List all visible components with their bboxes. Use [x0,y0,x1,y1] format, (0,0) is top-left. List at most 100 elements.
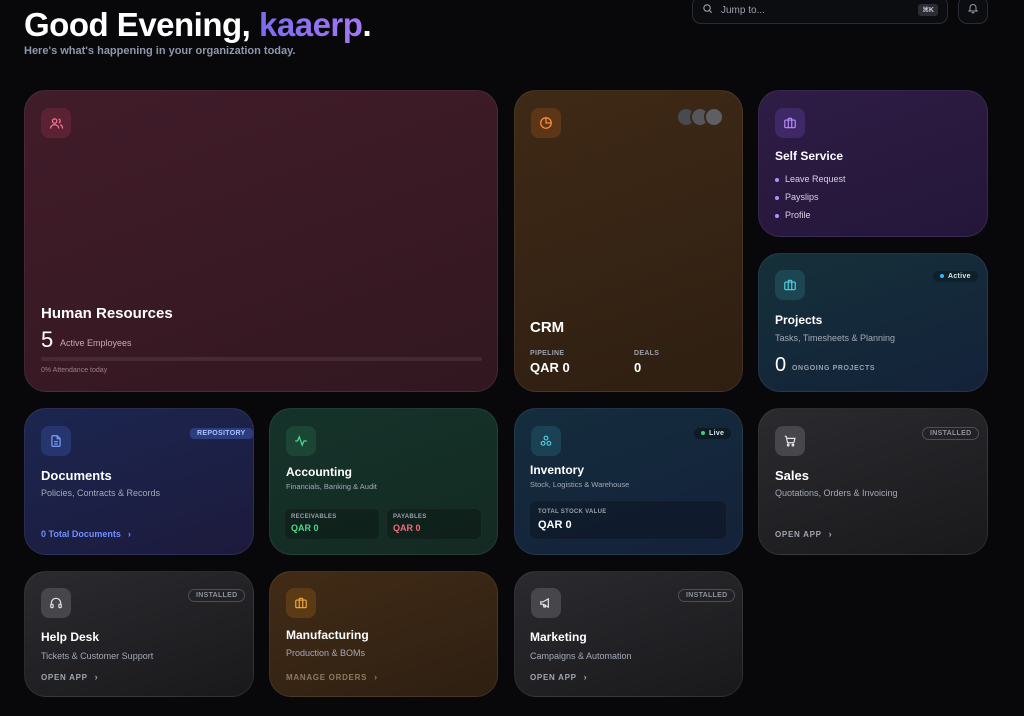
self-service-card[interactable]: Self Service Leave Request Payslips Prof… [758,90,988,237]
self-service-item[interactable]: Payslips [775,192,819,202]
avatar [704,107,724,127]
manufacturing-subtitle: Production & BOMs [286,648,366,658]
briefcase-icon [775,108,805,138]
self-service-item-label: Profile [785,210,811,220]
chevron-right-icon: › [828,529,833,539]
open-app-link[interactable]: OPEN APP › [41,672,98,682]
cart-icon [775,426,805,456]
crm-avatar-stack [676,107,728,127]
notifications-button[interactable] [958,0,988,24]
documents-card[interactable]: REPOSITORY Documents Policies, Contracts… [24,408,254,555]
stock-value-panel: TOTAL STOCK VALUE QAR 0 [529,500,727,540]
helpdesk-subtitle: Tickets & Customer Support [41,651,154,661]
stock-value: QAR 0 [538,519,572,531]
manage-orders-link[interactable]: MANAGE ORDERS › [286,672,378,682]
greeting-prefix: Good Evening, [24,6,260,43]
status-dot-icon [940,274,944,279]
attendance-progress-track [41,357,482,361]
search-icon [702,1,713,19]
search-placeholder: Jump to... [721,4,765,16]
payables-label: PAYABLES [393,514,427,520]
manufacturing-title: Manufacturing [286,628,369,642]
bell-icon [967,1,979,19]
projects-count-label: ONGOING PROJECTS [792,365,876,372]
inventory-card[interactable]: Live Inventory Stock, Logistics & Wareho… [514,408,743,555]
search-bar[interactable]: Jump to... ⌘K [692,0,948,24]
sales-card[interactable]: INSTALLED Sales Quotations, Orders & Inv… [758,408,988,555]
repository-badge: REPOSITORY [190,428,253,439]
search-shortcut: ⌘K [918,4,938,16]
receivables-label: RECEIVABLES [291,514,337,520]
payables-value: QAR 0 [393,523,421,533]
briefcase-icon [775,270,805,300]
hr-attendance-text: 0% Attendance today [41,367,108,374]
documents-subtitle: Policies, Contracts & Records [41,488,161,498]
self-service-item[interactable]: Profile [775,210,811,220]
sales-title: Sales [775,468,809,483]
stock-value-label: TOTAL STOCK VALUE [538,509,607,515]
greeting-suffix: . [362,6,372,43]
users-icon [41,108,71,138]
chevron-right-icon: › [583,672,588,682]
sales-subtitle: Quotations, Orders & Invoicing [775,488,898,498]
payables-panel: PAYABLES QAR 0 [386,508,482,540]
user-name: kaaerp [259,6,363,43]
crm-pipeline-label: PIPELINE [530,350,565,357]
hr-title: Human Resources [41,305,173,322]
status-badge: Active [933,271,978,282]
headphones-icon [41,588,71,618]
crm-deals-value: 0 [634,360,642,375]
crm-title: CRM [530,319,565,336]
helpdesk-title: Help Desk [41,630,100,644]
pie-chart-icon [531,108,561,138]
helpdesk-card[interactable]: INSTALLED Help Desk Tickets & Customer S… [24,571,254,697]
receivables-value: QAR 0 [291,523,319,533]
marketing-title: Marketing [530,630,587,644]
inventory-subtitle: Stock, Logistics & Warehouse [530,480,630,489]
receivables-panel: RECEIVABLES QAR 0 [284,508,380,540]
crm-card[interactable]: CRM PIPELINE QAR 0 DEALS 0 [514,90,743,392]
inventory-title: Inventory [530,463,585,477]
self-service-title: Self Service [775,149,844,163]
file-text-icon [41,426,71,456]
bullet-dot-icon [775,177,779,182]
open-app-link[interactable]: OPEN APP › [775,529,832,539]
live-dot-icon [701,431,705,436]
accounting-card[interactable]: Accounting Financials, Banking & Audit R… [269,408,498,555]
bullet-dot-icon [775,195,779,200]
boxes-icon [531,426,561,456]
projects-count: 0 [775,354,787,376]
megaphone-icon [531,588,561,618]
chevron-right-icon: › [94,672,99,682]
documents-title: Documents [41,468,112,483]
self-service-item[interactable]: Leave Request [775,174,846,184]
self-service-item-label: Payslips [785,192,819,202]
chevron-right-icon: › [374,672,378,682]
hr-employee-count: 5 [41,327,54,352]
page-title: Good Evening, kaaerp. [24,6,372,44]
installed-badge: INSTALLED [678,589,736,602]
activity-icon [286,426,316,456]
projects-subtitle: Tasks, Timesheets & Planning [775,333,896,343]
projects-card[interactable]: Active Projects Tasks, Timesheets & Plan… [758,253,988,392]
marketing-subtitle: Campaigns & Automation [530,651,632,661]
documents-link[interactable]: 0 Total Documents › [41,529,131,539]
installed-badge: INSTALLED [922,427,980,440]
projects-title: Projects [775,313,823,327]
installed-badge: INSTALLED [188,589,246,602]
marketing-card[interactable]: INSTALLED Marketing Campaigns & Automati… [514,571,743,697]
open-app-link[interactable]: OPEN APP › [530,672,587,682]
briefcase-icon [286,588,316,618]
live-badge: Live [694,428,732,439]
page-subtitle: Here's what's happening in your organiza… [24,45,296,57]
bullet-dot-icon [775,213,779,218]
accounting-subtitle: Financials, Banking & Audit [286,482,377,491]
crm-deals-label: DEALS [634,350,660,357]
manufacturing-card[interactable]: Manufacturing Production & BOMs MANAGE O… [269,571,498,697]
crm-pipeline-value: QAR 0 [530,360,570,375]
chevron-right-icon: › [127,529,131,539]
accounting-title: Accounting [286,465,352,479]
hr-card[interactable]: Human Resources 5 Active Employees 0% At… [24,90,498,392]
self-service-item-label: Leave Request [785,174,846,184]
hr-employee-label: Active Employees [60,338,132,348]
